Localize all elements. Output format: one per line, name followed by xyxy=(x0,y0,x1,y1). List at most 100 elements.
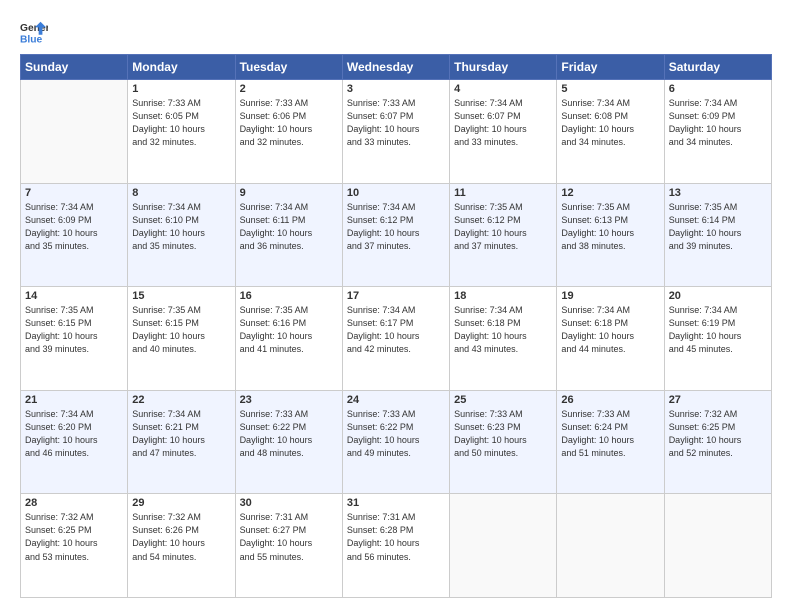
day-info: Sunrise: 7:34 AMSunset: 6:08 PMDaylight:… xyxy=(561,97,659,149)
calendar-table: SundayMondayTuesdayWednesdayThursdayFrid… xyxy=(20,54,772,598)
day-info: Sunrise: 7:35 AMSunset: 6:15 PMDaylight:… xyxy=(25,304,123,356)
logo-icon: General Blue xyxy=(20,18,48,46)
header: General Blue xyxy=(20,18,772,46)
calendar-day-cell: 19 Sunrise: 7:34 AMSunset: 6:18 PMDayligh… xyxy=(557,287,664,391)
day-number: 20 xyxy=(669,290,767,302)
day-info: Sunrise: 7:33 AMSunset: 6:23 PMDaylight:… xyxy=(454,408,552,460)
calendar-day-cell: 15Sunrise: 7:35 AMSunset: 6:15 PMDayligh… xyxy=(128,287,235,391)
day-number: 30 xyxy=(240,497,338,509)
day-number: 5 xyxy=(561,83,659,95)
calendar-week-row: 28 Sunrise: 7:32 AMSunset: 6:25 PMDayligh… xyxy=(21,494,772,598)
day-number: 22 xyxy=(132,394,230,406)
svg-text:Blue: Blue xyxy=(20,34,43,45)
day-number: 23 xyxy=(240,394,338,406)
day-info: Sunrise: 7:35 AMSunset: 6:15 PMDaylight:… xyxy=(132,304,230,356)
calendar-day-cell: 8 Sunrise: 7:34 AMSunset: 6:10 PMDaylight… xyxy=(128,183,235,287)
page: General Blue SundayMondayTuesdayWednesda… xyxy=(0,0,792,612)
calendar-day-cell xyxy=(450,494,557,598)
calendar-day-cell: 26 Sunrise: 7:33 AMSunset: 6:24 PMDayligh… xyxy=(557,390,664,494)
day-number: 12 xyxy=(561,187,659,199)
calendar-day-cell: 3 Sunrise: 7:33 AMSunset: 6:07 PMDaylight… xyxy=(342,80,449,184)
day-number: 13 xyxy=(669,187,767,199)
calendar-day-cell: 29 Sunrise: 7:32 AMSunset: 6:26 PMDayligh… xyxy=(128,494,235,598)
weekday-header-sunday: Sunday xyxy=(21,55,128,80)
day-info: Sunrise: 7:33 AMSunset: 6:07 PMDaylight:… xyxy=(347,97,445,149)
calendar-day-cell: 4 Sunrise: 7:34 AMSunset: 6:07 PMDaylight… xyxy=(450,80,557,184)
day-number: 28 xyxy=(25,497,123,509)
day-number: 11 xyxy=(454,187,552,199)
day-number: 27 xyxy=(669,394,767,406)
day-info: Sunrise: 7:34 AMSunset: 6:11 PMDaylight:… xyxy=(240,201,338,253)
day-info: Sunrise: 7:35 AMSunset: 6:14 PMDaylight:… xyxy=(669,201,767,253)
calendar-day-cell: 21 Sunrise: 7:34 AMSunset: 6:20 PMDayligh… xyxy=(21,390,128,494)
calendar-week-row: 1 Sunrise: 7:33 AMSunset: 6:05 PMDaylight… xyxy=(21,80,772,184)
day-info: Sunrise: 7:33 AMSunset: 6:05 PMDaylight:… xyxy=(132,97,230,149)
day-info: Sunrise: 7:34 AMSunset: 6:20 PMDaylight:… xyxy=(25,408,123,460)
day-info: Sunrise: 7:33 AMSunset: 6:06 PMDaylight:… xyxy=(240,97,338,149)
day-number: 6 xyxy=(669,83,767,95)
day-info: Sunrise: 7:34 AMSunset: 6:07 PMDaylight:… xyxy=(454,97,552,149)
day-number: 21 xyxy=(25,394,123,406)
calendar-day-cell: 10 Sunrise: 7:34 AMSunset: 6:12 PMDayligh… xyxy=(342,183,449,287)
calendar-week-row: 14Sunrise: 7:35 AMSunset: 6:15 PMDayligh… xyxy=(21,287,772,391)
day-number: 1 xyxy=(132,83,230,95)
calendar-day-cell xyxy=(21,80,128,184)
day-info: Sunrise: 7:35 AMSunset: 6:12 PMDaylight:… xyxy=(454,201,552,253)
day-info: Sunrise: 7:35 AMSunset: 6:16 PMDaylight:… xyxy=(240,304,338,356)
day-number: 8 xyxy=(132,187,230,199)
day-info: Sunrise: 7:34 AMSunset: 6:12 PMDaylight:… xyxy=(347,201,445,253)
calendar-week-row: 21 Sunrise: 7:34 AMSunset: 6:20 PMDayligh… xyxy=(21,390,772,494)
weekday-header-tuesday: Tuesday xyxy=(235,55,342,80)
day-number: 26 xyxy=(561,394,659,406)
day-info: Sunrise: 7:33 AMSunset: 6:22 PMDaylight:… xyxy=(240,408,338,460)
calendar-day-cell: 5 Sunrise: 7:34 AMSunset: 6:08 PMDaylight… xyxy=(557,80,664,184)
day-info: Sunrise: 7:34 AMSunset: 6:09 PMDaylight:… xyxy=(669,97,767,149)
day-info: Sunrise: 7:32 AMSunset: 6:25 PMDaylight:… xyxy=(25,511,123,563)
day-info: Sunrise: 7:34 AMSunset: 6:18 PMDaylight:… xyxy=(454,304,552,356)
day-number: 10 xyxy=(347,187,445,199)
day-info: Sunrise: 7:32 AMSunset: 6:25 PMDaylight:… xyxy=(669,408,767,460)
day-info: Sunrise: 7:35 AMSunset: 6:13 PMDaylight:… xyxy=(561,201,659,253)
calendar-day-cell: 24Sunrise: 7:33 AMSunset: 6:22 PMDayligh… xyxy=(342,390,449,494)
weekday-header-wednesday: Wednesday xyxy=(342,55,449,80)
day-number: 17 xyxy=(347,290,445,302)
calendar-day-cell: 11 Sunrise: 7:35 AMSunset: 6:12 PMDayligh… xyxy=(450,183,557,287)
day-info: Sunrise: 7:32 AMSunset: 6:26 PMDaylight:… xyxy=(132,511,230,563)
calendar-week-row: 7 Sunrise: 7:34 AMSunset: 6:09 PMDaylight… xyxy=(21,183,772,287)
calendar-day-cell: 22 Sunrise: 7:34 AMSunset: 6:21 PMDayligh… xyxy=(128,390,235,494)
weekday-header-friday: Friday xyxy=(557,55,664,80)
calendar-day-cell: 13 Sunrise: 7:35 AMSunset: 6:14 PMDayligh… xyxy=(664,183,771,287)
day-number: 24 xyxy=(347,394,445,406)
weekday-header-thursday: Thursday xyxy=(450,55,557,80)
day-number: 2 xyxy=(240,83,338,95)
day-number: 29 xyxy=(132,497,230,509)
calendar-day-cell: 31 Sunrise: 7:31 AMSunset: 6:28 PMDayligh… xyxy=(342,494,449,598)
day-info: Sunrise: 7:34 AMSunset: 6:09 PMDaylight:… xyxy=(25,201,123,253)
day-number: 18 xyxy=(454,290,552,302)
day-info: Sunrise: 7:33 AMSunset: 6:24 PMDaylight:… xyxy=(561,408,659,460)
day-number: 4 xyxy=(454,83,552,95)
day-number: 25 xyxy=(454,394,552,406)
calendar-day-cell: 25 Sunrise: 7:33 AMSunset: 6:23 PMDayligh… xyxy=(450,390,557,494)
day-info: Sunrise: 7:31 AMSunset: 6:28 PMDaylight:… xyxy=(347,511,445,563)
day-info: Sunrise: 7:34 AMSunset: 6:21 PMDaylight:… xyxy=(132,408,230,460)
calendar-day-cell: 23 Sunrise: 7:33 AMSunset: 6:22 PMDayligh… xyxy=(235,390,342,494)
day-info: Sunrise: 7:34 AMSunset: 6:10 PMDaylight:… xyxy=(132,201,230,253)
calendar-day-cell: 7 Sunrise: 7:34 AMSunset: 6:09 PMDaylight… xyxy=(21,183,128,287)
day-number: 9 xyxy=(240,187,338,199)
day-number: 19 xyxy=(561,290,659,302)
calendar-day-cell: 6 Sunrise: 7:34 AMSunset: 6:09 PMDaylight… xyxy=(664,80,771,184)
calendar-day-cell: 12 Sunrise: 7:35 AMSunset: 6:13 PMDayligh… xyxy=(557,183,664,287)
calendar-day-cell: 16 Sunrise: 7:35 AMSunset: 6:16 PMDayligh… xyxy=(235,287,342,391)
calendar-day-cell: 20Sunrise: 7:34 AMSunset: 6:19 PMDayligh… xyxy=(664,287,771,391)
weekday-header-monday: Monday xyxy=(128,55,235,80)
calendar-day-cell: 28 Sunrise: 7:32 AMSunset: 6:25 PMDayligh… xyxy=(21,494,128,598)
day-number: 3 xyxy=(347,83,445,95)
day-number: 31 xyxy=(347,497,445,509)
day-number: 7 xyxy=(25,187,123,199)
day-number: 16 xyxy=(240,290,338,302)
day-info: Sunrise: 7:34 AMSunset: 6:18 PMDaylight:… xyxy=(561,304,659,356)
calendar-day-cell: 9 Sunrise: 7:34 AMSunset: 6:11 PMDaylight… xyxy=(235,183,342,287)
weekday-header-row: SundayMondayTuesdayWednesdayThursdayFrid… xyxy=(21,55,772,80)
calendar-day-cell xyxy=(664,494,771,598)
